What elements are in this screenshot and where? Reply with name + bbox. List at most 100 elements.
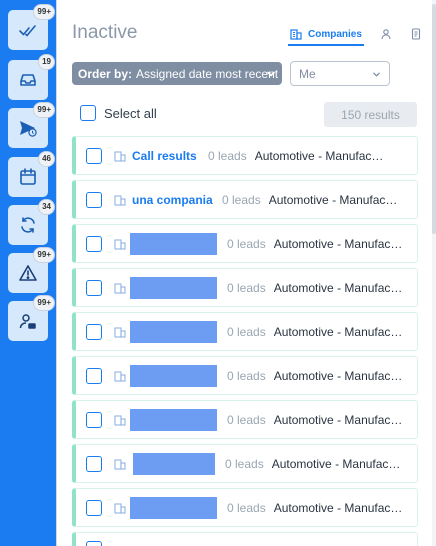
company-industry: Automotive - Manufacturing (271, 456, 404, 471)
row-checkbox[interactable] (86, 235, 102, 252)
tab-contacts[interactable] (378, 24, 394, 44)
row-checkbox[interactable] (86, 367, 102, 384)
company-industry: Automotive - Manufacturing (268, 192, 401, 207)
company-name-link[interactable]: Call results (132, 149, 198, 163)
tab-companies[interactable]: Companies (288, 24, 364, 46)
list-item[interactable]: 0 leads Automotive - Manufacturing (72, 268, 418, 307)
company-industry: Automotive - Manufacturing (273, 368, 406, 383)
list-item[interactable]: 0 leads Automotive - Manufacturing (72, 224, 418, 263)
main-panel: Inactive Companies Order by: Assigned da… (56, 0, 436, 546)
warning-triangle-icon (19, 265, 37, 281)
list-item[interactable] (72, 532, 418, 546)
row-checkbox[interactable] (86, 541, 102, 546)
leads-count: 0 leads (227, 412, 266, 427)
redacted-company-name[interactable] (130, 320, 217, 343)
leads-count: 0 leads (227, 324, 266, 339)
row-checkbox[interactable] (86, 279, 102, 296)
sidebar-item-inbox[interactable]: 19 (8, 54, 55, 100)
calendar-icon (20, 168, 36, 185)
list-item[interactable]: Call results 0 leads Automotive - Manufa… (72, 136, 418, 175)
sidebar: 99+ 19 99+ 46 34 99+ 99+ (0, 0, 56, 546)
row-checkbox[interactable] (86, 499, 102, 516)
redacted-company-name[interactable] (130, 276, 217, 299)
company-industry: Automotive - Manufacturing (273, 324, 406, 339)
refresh-icon (21, 217, 35, 233)
view-tabs: Companies (288, 24, 424, 46)
chevron-down-icon (373, 72, 380, 77)
results-count: 150 results (324, 102, 417, 127)
leads-count: 0 leads (227, 280, 266, 295)
company-name-link[interactable]: una compania (132, 193, 214, 207)
sidebar-badge: 99+ (33, 102, 55, 118)
document-icon (411, 28, 420, 40)
redacted-company-name[interactable] (130, 232, 217, 255)
redacted-company-name[interactable] (130, 408, 217, 431)
building-icon (114, 458, 126, 470)
select-all[interactable]: Select all (80, 105, 157, 121)
sidebar-badge: 34 (38, 199, 55, 215)
leads-count: 0 leads (227, 500, 266, 515)
building-icon (114, 194, 126, 206)
list-item[interactable]: 0 leads Automotive - Manufacturing (72, 444, 418, 483)
user-filter-value: Me (299, 66, 316, 81)
building-icon (114, 238, 126, 250)
list-item[interactable]: 0 leads Automotive - Manufacturing (72, 488, 418, 527)
list-item[interactable]: 0 leads Automotive - Manufacturing (72, 400, 418, 439)
company-industry: Automotive - Manufacturing (254, 148, 387, 163)
row-checkbox[interactable] (86, 455, 102, 472)
company-industry: Automotive - Manufacturing (273, 280, 406, 295)
leads-count: 0 leads (225, 456, 264, 471)
user-inactive-icon (19, 314, 36, 329)
inbox-tray-icon (20, 74, 36, 86)
row-checkbox[interactable] (86, 147, 102, 164)
leads-count: 0 leads (222, 192, 261, 207)
scrollbar[interactable] (432, 0, 436, 546)
building-icon (114, 370, 126, 382)
user-filter-select[interactable]: Me (290, 61, 390, 86)
building-icon (114, 502, 126, 514)
order-by-dropdown[interactable]: Order by: Assigned date most recent (72, 62, 282, 85)
tab-opportunities[interactable] (408, 24, 424, 44)
sidebar-item-reschedule[interactable]: 34 (8, 199, 55, 245)
redacted-company-name[interactable] (133, 452, 215, 475)
order-by-value: Assigned date most recent (136, 66, 279, 81)
send-clock-icon (20, 121, 37, 137)
list-item[interactable]: 0 leads Automotive - Manufacturing (72, 312, 418, 351)
sidebar-item-alerts[interactable]: 99+ (8, 247, 55, 293)
sidebar-badge: 46 (38, 151, 55, 167)
redacted-company-name[interactable] (130, 496, 217, 519)
person-icon (381, 29, 391, 40)
row-checkbox[interactable] (86, 191, 102, 208)
tab-companies-label: Companies (308, 28, 362, 40)
leads-count: 0 leads (227, 368, 266, 383)
double-check-icon (19, 25, 36, 37)
building-icon (114, 150, 126, 162)
list-item[interactable]: una compania 0 leads Automotive - Manufa… (72, 180, 418, 219)
page-title: Inactive (72, 22, 138, 43)
company-industry: Automotive - Manufacturing (273, 500, 406, 515)
building-icon (114, 282, 126, 294)
panel-divider (56, 0, 57, 546)
select-all-label: Select all (104, 105, 157, 121)
list-item[interactable]: 0 leads Automotive - Manufacturing (72, 356, 418, 395)
redacted-company-name[interactable] (130, 364, 217, 387)
building-icon (114, 414, 126, 426)
sidebar-badge: 19 (38, 54, 55, 70)
company-industry: Automotive - Manufacturing (273, 236, 406, 251)
building-icon (114, 326, 126, 338)
scrollbar-thumb[interactable] (432, 4, 436, 234)
sidebar-item-tasks[interactable]: 99+ (8, 4, 55, 50)
chevron-down-icon (267, 71, 275, 77)
company-industry: Automotive - Manufacturing (273, 412, 406, 427)
row-checkbox[interactable] (86, 411, 102, 428)
sidebar-badge: 99+ (33, 4, 55, 20)
sidebar-badge: 99+ (33, 247, 55, 263)
building-icon (290, 29, 302, 40)
sidebar-item-calendar[interactable]: 46 (8, 151, 55, 197)
leads-count: 0 leads (208, 148, 247, 163)
select-all-checkbox[interactable] (80, 105, 96, 121)
order-by-label: Order by: (78, 66, 133, 81)
sidebar-item-sent[interactable]: 99+ (8, 102, 55, 148)
sidebar-item-inactive[interactable]: 99+ (8, 295, 55, 341)
row-checkbox[interactable] (86, 323, 102, 340)
